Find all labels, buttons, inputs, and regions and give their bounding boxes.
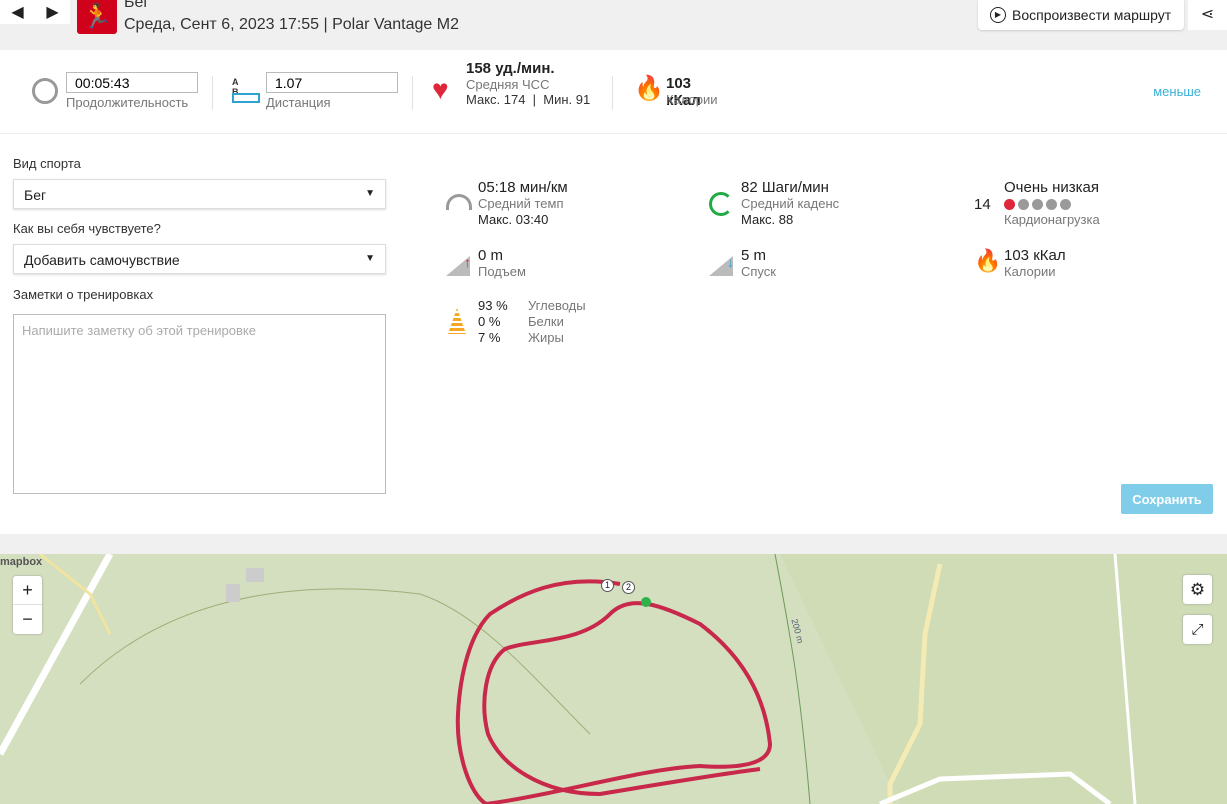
- prev-workout-button[interactable]: ◀: [11, 2, 23, 22]
- save-button[interactable]: Сохранить: [1121, 484, 1213, 514]
- cardio-load-number: 14: [974, 196, 991, 213]
- cardio-load-dot: [1032, 198, 1043, 210]
- notes-textarea[interactable]: [13, 314, 386, 494]
- lap-marker-2[interactable]: 2: [622, 581, 635, 594]
- stat-calories-label: Калории: [1004, 264, 1056, 279]
- carbs-pct: 93 %: [478, 298, 508, 313]
- divider: [212, 76, 213, 110]
- play-icon: ▶: [990, 7, 1006, 23]
- cadence-label: Средний каденс: [741, 196, 840, 211]
- stopwatch-icon: [32, 78, 58, 104]
- hr-label: Средняя ЧСС: [466, 77, 550, 92]
- feeling-value: Добавить самочувствие: [24, 252, 180, 268]
- summary-bar: Продолжительность A B Дистанция ♥ 158 уд…: [0, 50, 1227, 134]
- pace-value: 05:18 мин/км: [478, 179, 568, 196]
- gear-icon: ⚙: [1189, 580, 1206, 599]
- speedometer-icon: [446, 194, 472, 210]
- cardio-load-label: Кардионагрузка: [1004, 212, 1100, 227]
- hr-minmax: Макс. 174 | Мин. 91: [466, 92, 591, 107]
- workout-details: Вид спорта Бег ▼ Как вы себя чувствуете? …: [0, 134, 1227, 534]
- ruler-icon: [232, 93, 260, 103]
- workout-subtitle: Среда, Сент 6, 2023 17:55 | Polar Vantag…: [124, 16, 459, 33]
- show-less-link[interactable]: меньше: [1153, 84, 1201, 99]
- workout-nav: ◀ ▶: [0, 0, 70, 24]
- sport-label: Вид спорта: [13, 156, 81, 171]
- energy-sources-icon: [448, 308, 466, 334]
- feeling-select[interactable]: Добавить самочувствие ▼: [13, 244, 386, 274]
- descent-label: Спуск: [741, 264, 776, 279]
- duration-label: Продолжительность: [66, 95, 189, 110]
- map-canvas: [0, 554, 1227, 804]
- notes-label: Заметки о тренировках: [13, 287, 154, 302]
- zoom-out-button[interactable]: −: [13, 605, 42, 634]
- route-map[interactable]: mapbox + − 200 m 1 2 ⚙ ⤢: [0, 554, 1227, 804]
- running-icon: 🏃: [77, 0, 117, 34]
- expand-icon: ⤢: [1191, 621, 1204, 638]
- share-button[interactable]: ⋖: [1188, 0, 1227, 30]
- cardio-load-dot: [1018, 198, 1029, 210]
- flame-icon: 🔥: [974, 248, 1002, 273]
- distance-input[interactable]: [266, 72, 398, 93]
- pace-label: Средний темп: [478, 196, 564, 211]
- cardio-load-dots: [1004, 196, 1100, 212]
- lap-marker-1[interactable]: 1: [601, 579, 614, 592]
- header: ◀ ▶ 🏃 Бег Среда, Сент 6, 2023 17:55 | Po…: [0, 0, 1227, 50]
- flame-icon: 🔥: [634, 75, 664, 102]
- cardio-load-dot: [1004, 198, 1015, 210]
- next-workout-button[interactable]: ▶: [46, 2, 58, 22]
- cadence-value: 82 Шаги/мин: [741, 179, 829, 196]
- heart-icon: ♥: [432, 74, 449, 105]
- ab-a: A: [232, 77, 239, 87]
- protein-pct: 0 %: [478, 314, 501, 329]
- ascent-value: 0 m: [478, 247, 504, 264]
- caret-down-icon: ▼: [365, 188, 375, 199]
- calories-label: Калории: [666, 92, 718, 107]
- replay-label: Воспроизвести маршрут: [1012, 7, 1172, 23]
- map-settings-button[interactable]: ⚙: [1183, 575, 1212, 604]
- fullscreen-button[interactable]: ⤢: [1183, 615, 1212, 644]
- cadence-icon: [709, 192, 733, 216]
- duration-input[interactable]: [66, 72, 198, 93]
- fat-label: Жиры: [528, 330, 564, 345]
- replay-route-button[interactable]: ▶ Воспроизвести маршрут: [978, 0, 1184, 30]
- descent-value: 5 m: [741, 247, 767, 264]
- zoom-in-button[interactable]: +: [13, 576, 42, 605]
- fat-pct: 7 %: [478, 330, 501, 345]
- heart-rate: ♥ 158 уд./мин. Средняя ЧСС Макс. 174 | М…: [432, 50, 592, 134]
- divider: [612, 76, 613, 110]
- ascent-label: Подъем: [478, 264, 526, 279]
- caret-down-icon: ▼: [365, 253, 375, 264]
- cardio-load-dot: [1060, 198, 1071, 210]
- stat-calories-value: 103 кКал: [1004, 247, 1066, 264]
- distance-label: Дистанция: [266, 95, 331, 110]
- cardio-load-dot: [1046, 198, 1057, 210]
- carbs-label: Углеводы: [528, 298, 586, 313]
- hr-value: 158 уд./мин.: [466, 60, 555, 77]
- pace-max: Макс. 03:40: [478, 212, 549, 227]
- protein-label: Белки: [528, 314, 564, 329]
- mapbox-logo: mapbox: [0, 556, 43, 568]
- sport-value: Бег: [24, 187, 47, 203]
- divider: [412, 76, 413, 110]
- zoom-control: + −: [13, 576, 42, 634]
- cadence-max: Макс. 88: [741, 212, 794, 227]
- sport-select[interactable]: Бег ▼: [13, 179, 386, 209]
- share-icon: ⋖: [1200, 6, 1215, 23]
- page-title: Бег: [124, 0, 150, 11]
- feeling-label: Как вы себя чувствуете?: [13, 221, 161, 236]
- cardio-load-value: Очень низкая: [1004, 179, 1099, 196]
